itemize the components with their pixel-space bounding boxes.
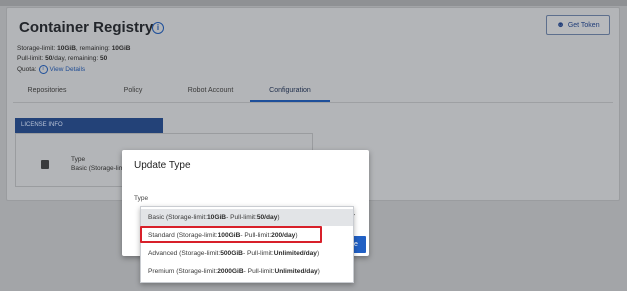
storage-limit-line: Storage-limit: 10GiB, remaining: 10GiB — [17, 45, 130, 52]
option-prefix: Premium (Storage-limit: — [148, 268, 218, 275]
tab-robot-account[interactable]: Robot Account — [173, 84, 248, 100]
option-storage: 2000GiB — [217, 268, 244, 275]
pull-remaining-value: 50 — [99, 55, 108, 62]
option-suffix: ) — [277, 214, 280, 221]
tab-policy[interactable]: Policy — [103, 84, 163, 100]
option-pull: Unlimited/day — [274, 268, 318, 275]
quota-line: Quota: i View Details — [17, 65, 85, 74]
info-icon[interactable]: i — [152, 22, 164, 34]
storage-limit-value: 10GiB — [57, 45, 76, 52]
modal-type-label: Type — [134, 195, 149, 202]
option-storage: 10GiB — [207, 214, 227, 221]
type-dropdown-list: Basic (Storage-limit:10GiB- Pull-limit:5… — [140, 206, 354, 283]
storage-remaining-value: 10GiB — [111, 45, 131, 52]
option-prefix: Advanced (Storage-limit: — [148, 250, 221, 257]
option-basic[interactable]: Basic (Storage-limit:10GiB- Pull-limit:5… — [141, 209, 353, 226]
option-mid: - Pull-limit: — [242, 250, 274, 257]
tab-repositories[interactable]: Repositories — [17, 84, 77, 100]
license-type-label: Type — [71, 156, 86, 163]
pull-limit-line: Pull-limit: 50/day, remaining: 50 — [17, 55, 107, 62]
option-prefix: Basic (Storage-limit: — [148, 214, 207, 221]
tab-divider — [13, 102, 613, 103]
quota-label: Quota: — [17, 66, 37, 74]
person-icon: ☻ — [556, 20, 565, 29]
pull-limit-prefix: Pull-limit: — [17, 55, 46, 62]
tab-configuration[interactable]: Configuration — [250, 84, 330, 102]
option-premium[interactable]: Premium (Storage-limit:2000GiB- Pull-lim… — [141, 263, 353, 280]
option-advanced[interactable]: Advanced (Storage-limit:500GiB- Pull-lim… — [141, 245, 353, 262]
license-info-header: LICENSE INFO — [15, 118, 163, 133]
tab-bar: Repositories Policy Robot Account Config… — [13, 84, 613, 102]
storage-limit-prefix: Storage-limit: — [17, 45, 58, 52]
option-pull: Unlimited/day — [273, 250, 317, 257]
option-pull: 50/day — [256, 214, 278, 221]
option-suffix: ) — [316, 250, 320, 257]
option-suffix: ) — [317, 268, 320, 275]
view-details-link[interactable]: View Details — [50, 66, 86, 73]
storage-remaining-prefix: , remaining: — [75, 45, 112, 52]
option-mid: - Pull-limit: — [226, 214, 257, 221]
license-type-value: Basic (Storage-limi — [71, 165, 126, 172]
option-mid: - Pull-limit: — [243, 268, 275, 275]
top-strip — [0, 0, 627, 6]
get-token-button[interactable]: ☻ Get Token — [546, 15, 610, 35]
standard-option-highlight — [140, 226, 322, 243]
page-title: Container Registry — [19, 19, 154, 36]
document-icon — [41, 160, 49, 169]
pull-remaining-prefix: /day, remaining: — [52, 55, 100, 62]
option-storage: 500GiB — [220, 250, 243, 257]
get-token-label: Get Token — [567, 22, 600, 29]
modal-title: Update Type — [134, 160, 191, 171]
info-icon: i — [38, 65, 48, 74]
